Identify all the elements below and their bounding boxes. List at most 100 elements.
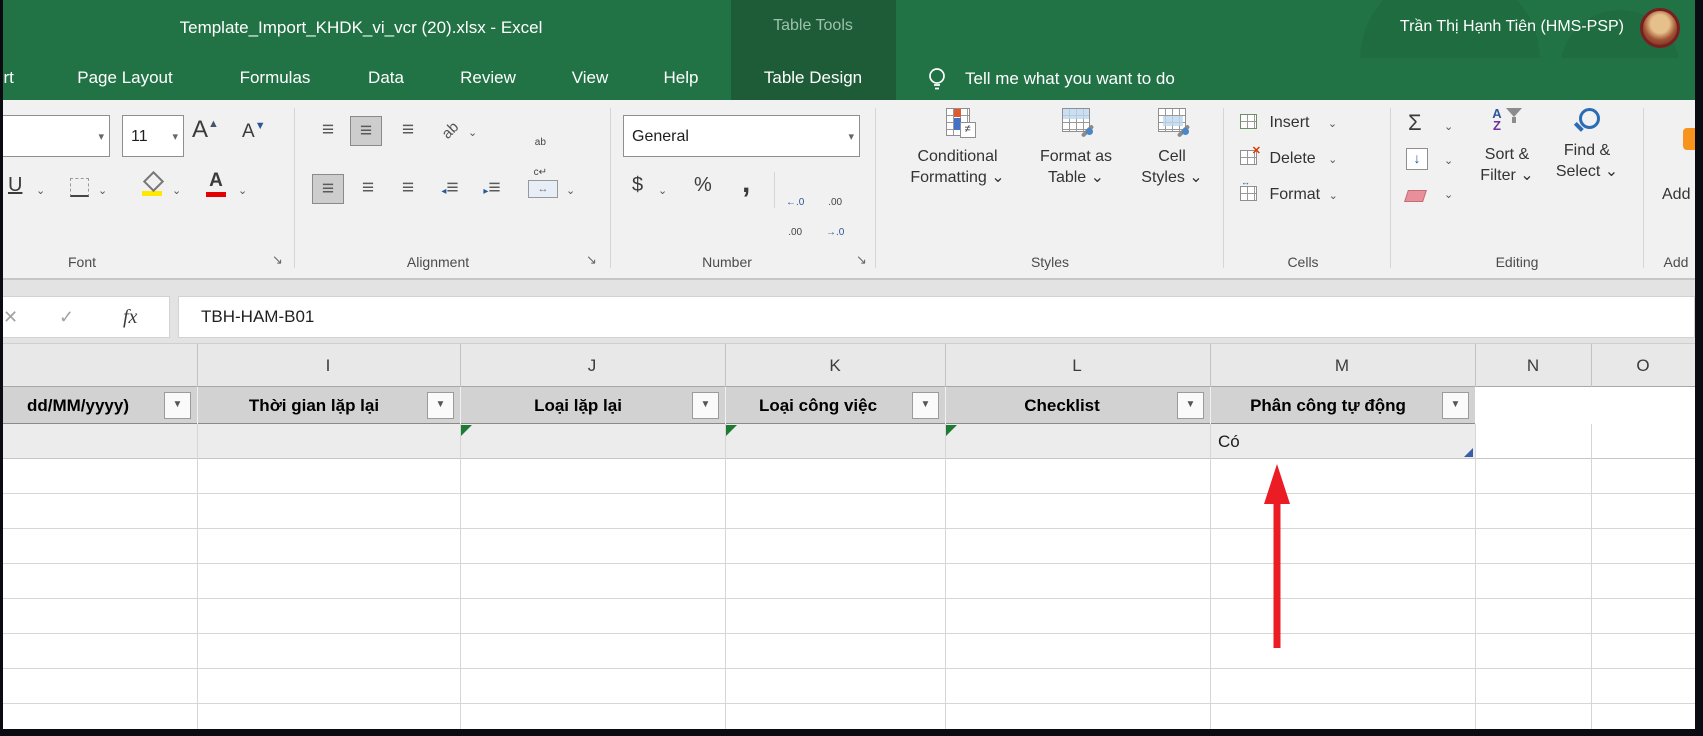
grow-font-button[interactable]: A▲ bbox=[192, 116, 219, 144]
autosum-button[interactable]: Σ bbox=[1408, 110, 1422, 136]
align-left-button[interactable]: ≡ bbox=[312, 174, 344, 204]
decrease-indent-button[interactable]: ◂≡ bbox=[434, 174, 466, 204]
account-name[interactable]: Trần Thị Hạnh Tiên (HMS-PSP) bbox=[1400, 18, 1624, 36]
shrink-font-button[interactable]: A▼ bbox=[242, 120, 266, 143]
sheet-grid[interactable] bbox=[0, 459, 1695, 729]
column-header-N[interactable]: N bbox=[1527, 344, 1539, 387]
conditional-formatting-button[interactable]: ≠ Conditional Formatting ⌄ bbox=[895, 108, 1020, 188]
font-dialog-launcher[interactable]: ↘ bbox=[272, 252, 283, 268]
filter-button-loai-lap-lai[interactable]: ▼ bbox=[692, 392, 719, 419]
formula-divider[interactable] bbox=[170, 296, 178, 338]
tell-me-box[interactable]: Tell me what you want to do bbox=[965, 69, 1175, 89]
align-top-button[interactable]: ≡ bbox=[312, 116, 344, 146]
fill-dropdown-icon[interactable]: ⌄ bbox=[1444, 154, 1453, 167]
dropdown-arrow-icon[interactable]: ▾ bbox=[172, 116, 178, 158]
comma-style-button[interactable]: , bbox=[742, 166, 750, 200]
tab-help[interactable]: Help bbox=[664, 68, 699, 88]
tab-review[interactable]: Review bbox=[460, 68, 516, 88]
merge-dropdown-icon[interactable]: ⌄ bbox=[566, 184, 575, 197]
cell-styles-button[interactable]: Cell Styles ⌄ bbox=[1126, 108, 1218, 188]
number-format-combo[interactable]: General ▾ bbox=[623, 115, 860, 157]
lightbulb-icon bbox=[926, 66, 948, 92]
fill-color-dropdown-icon[interactable]: ⌄ bbox=[172, 184, 181, 197]
clear-dropdown-icon[interactable]: ⌄ bbox=[1444, 188, 1453, 201]
number-dialog-launcher[interactable]: ↘ bbox=[856, 252, 867, 268]
sort-filter-button[interactable]: A Z Sort & Filter ⌄ bbox=[1470, 108, 1544, 186]
column-header-K[interactable]: K bbox=[829, 344, 840, 387]
align-middle-button[interactable]: ≡ bbox=[350, 116, 382, 146]
header-loai-lap-lai[interactable]: Loại lặp lại bbox=[534, 387, 622, 424]
column-header-J[interactable]: J bbox=[588, 344, 597, 387]
format-as-table-button[interactable]: Format as Table ⌄ bbox=[1028, 108, 1124, 188]
font-color-dropdown-icon[interactable]: ⌄ bbox=[238, 184, 247, 197]
header-thoi-gian-lap-lai[interactable]: Thời gian lặp lại bbox=[249, 387, 379, 424]
font-color-button[interactable]: A bbox=[206, 170, 226, 197]
find-select-button[interactable]: Find & Select ⌄ bbox=[1548, 108, 1626, 182]
underline-button[interactable]: U bbox=[8, 174, 22, 197]
cf-label-line2: Formatting ⌄ bbox=[895, 167, 1020, 188]
table-data-row[interactable] bbox=[0, 424, 1475, 459]
filter-button-date[interactable]: ▼ bbox=[164, 392, 191, 419]
header-date-format[interactable]: dd/MM/yyyy) bbox=[27, 387, 129, 424]
filter-button-loai-cong-viec[interactable]: ▼ bbox=[912, 392, 939, 419]
delete-icon: ✕ bbox=[1240, 150, 1257, 165]
cell-phan-cong-value[interactable]: Có bbox=[1218, 424, 1240, 459]
increase-decimal-button[interactable]: ←.0 .00 bbox=[786, 178, 804, 258]
orientation-button[interactable]: ab bbox=[438, 119, 462, 143]
column-separator bbox=[725, 344, 726, 387]
font-size-combo[interactable]: 11 ▾ bbox=[122, 115, 184, 157]
filter-button-thoi-gian[interactable]: ▼ bbox=[427, 392, 454, 419]
formula-input[interactable]: TBH-HAM-B01 bbox=[178, 296, 1695, 338]
dropdown-arrow-icon[interactable]: ▾ bbox=[848, 116, 854, 158]
alignment-dialog-launcher[interactable]: ↘ bbox=[586, 252, 597, 268]
avatar[interactable] bbox=[1640, 8, 1680, 48]
percent-button[interactable]: % bbox=[694, 174, 712, 197]
insert-cells-button[interactable]: Insert ⌄ bbox=[1240, 114, 1337, 132]
align-bottom-button[interactable]: ≡ bbox=[392, 116, 424, 146]
header-phan-cong-tu-dong[interactable]: Phân công tự động bbox=[1250, 387, 1406, 424]
align-center-button[interactable]: ≡ bbox=[352, 174, 384, 204]
insert-function-icon[interactable]: fx bbox=[123, 297, 137, 337]
delete-cells-button[interactable]: ✕ Delete ⌄ bbox=[1240, 150, 1337, 168]
column-header-O[interactable]: O bbox=[1636, 344, 1649, 387]
currency-button[interactable]: $ bbox=[632, 174, 643, 197]
increase-indent-button[interactable]: ▸≡ bbox=[476, 174, 508, 204]
group-separator bbox=[1223, 108, 1224, 268]
align-right-button[interactable]: ≡ bbox=[392, 174, 424, 204]
table-resize-handle-icon[interactable] bbox=[1464, 448, 1473, 457]
decrease-decimal-button[interactable]: .00 →.0 bbox=[826, 178, 844, 258]
header-checklist[interactable]: Checklist bbox=[1024, 387, 1100, 424]
filter-button-phan-cong[interactable]: ▼ bbox=[1442, 392, 1469, 419]
format-cells-button[interactable]: ↔ Format ⌄ bbox=[1240, 186, 1338, 204]
insert-icon bbox=[1240, 114, 1257, 129]
dropdown-arrow-icon[interactable]: ▾ bbox=[98, 116, 104, 158]
tab-view[interactable]: View bbox=[572, 68, 609, 88]
orientation-dropdown-icon[interactable]: ⌄ bbox=[468, 126, 477, 139]
tab-page-layout[interactable]: Page Layout bbox=[77, 68, 172, 88]
up-caret-icon: ▲ bbox=[208, 118, 219, 130]
column-header-I[interactable]: I bbox=[326, 344, 331, 387]
tab-data[interactable]: Data bbox=[368, 68, 404, 88]
font-name-combo[interactable]: ▾ bbox=[0, 115, 110, 157]
column-header-L[interactable]: L bbox=[1072, 344, 1081, 387]
small-separator bbox=[774, 172, 775, 208]
header-loai-cong-viec[interactable]: Loại công việc bbox=[759, 387, 877, 424]
clear-button[interactable] bbox=[1404, 190, 1427, 202]
borders-button[interactable] bbox=[70, 178, 89, 197]
fill-button[interactable]: ↓ bbox=[1406, 148, 1428, 170]
formula-buttons-box: ✕ ✓ fx bbox=[0, 296, 170, 338]
enter-icon[interactable]: ✓ bbox=[59, 297, 74, 337]
cancel-icon[interactable]: ✕ bbox=[3, 297, 18, 337]
merge-center-button[interactable]: ↔ bbox=[528, 180, 558, 198]
autosum-dropdown-icon[interactable]: ⌄ bbox=[1444, 120, 1453, 133]
addins-button[interactable]: Add bbox=[1662, 186, 1690, 204]
tab-formulas[interactable]: Formulas bbox=[240, 68, 311, 88]
fill-color-button[interactable] bbox=[142, 174, 162, 196]
borders-dropdown-icon[interactable]: ⌄ bbox=[98, 184, 107, 197]
currency-dropdown-icon[interactable]: ⌄ bbox=[658, 184, 667, 197]
column-header-M[interactable]: M bbox=[1335, 344, 1349, 387]
tab-table-design[interactable]: Table Design bbox=[764, 68, 862, 88]
filter-button-checklist[interactable]: ▼ bbox=[1177, 392, 1204, 419]
az-letters: A Z bbox=[1492, 108, 1501, 132]
underline-dropdown-icon[interactable]: ⌄ bbox=[36, 184, 45, 197]
